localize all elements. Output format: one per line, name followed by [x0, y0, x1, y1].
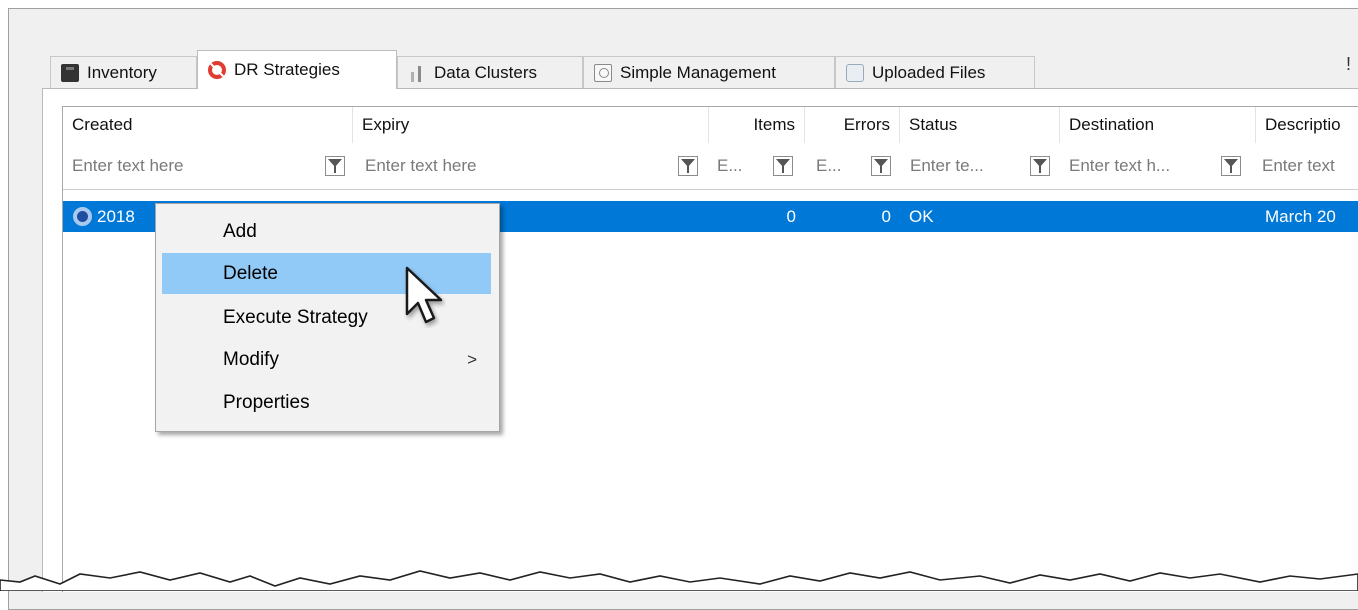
uploaded-files-icon: [846, 63, 864, 82]
filter-created: [63, 143, 321, 189]
column-header-destination[interactable]: Destination: [1060, 107, 1256, 143]
tab-dr-strategies[interactable]: DR Strategies: [197, 50, 397, 89]
column-header-status[interactable]: Status: [900, 107, 1060, 143]
filter-funnel-icon[interactable]: [678, 156, 698, 176]
cell-errors: 0: [881, 206, 891, 226]
filter-input-status[interactable]: [910, 156, 1027, 176]
tab-data-clusters[interactable]: Data Clusters: [397, 56, 583, 88]
filter-input-items[interactable]: [717, 156, 768, 176]
filter-destination: [1060, 143, 1216, 189]
strategy-status-icon: [73, 207, 92, 226]
column-header-created[interactable]: Created: [63, 107, 353, 143]
menu-item-label: Modify: [223, 348, 279, 370]
menu-item-add[interactable]: Add: [162, 211, 491, 252]
cell-items: 0: [786, 206, 796, 226]
submenu-arrow-icon: >: [467, 349, 477, 369]
tab-label: Uploaded Files: [872, 62, 986, 82]
tab-overflow-button[interactable]: !: [1346, 54, 1351, 75]
filter-funnel-icon[interactable]: [325, 156, 345, 176]
filter-input-expiry[interactable]: [365, 156, 676, 176]
column-header-expiry[interactable]: Expiry: [353, 107, 709, 143]
filter-funnel-icon[interactable]: [1030, 156, 1050, 176]
inventory-icon: [61, 63, 79, 82]
column-header-description[interactable]: Descriptio: [1256, 107, 1358, 143]
filter-input-created[interactable]: [72, 156, 321, 176]
filter-funnel-icon[interactable]: [773, 156, 793, 176]
data-clusters-icon: [408, 64, 426, 82]
filter-funnel-icon[interactable]: [1221, 156, 1241, 176]
cell-status: OK: [909, 206, 934, 226]
menu-item-label: Execute Strategy: [223, 306, 368, 328]
menu-item-properties[interactable]: Properties: [162, 382, 491, 423]
tab-label: DR Strategies: [234, 60, 340, 79]
filter-expiry: [356, 143, 676, 189]
lifebuoy-icon: [208, 61, 226, 79]
filter-funnel-icon[interactable]: [871, 156, 891, 176]
filter-input-errors[interactable]: [816, 156, 865, 176]
mouse-pointer-icon: [405, 266, 443, 324]
menu-item-modify[interactable]: Modify >: [162, 339, 491, 380]
tab-label: Data Clusters: [434, 62, 537, 82]
filter-row: [63, 143, 1358, 190]
column-header-items[interactable]: Items: [709, 107, 805, 143]
menu-item-label: Add: [223, 220, 257, 242]
column-header-errors[interactable]: Errors: [805, 107, 900, 143]
menu-item-label: Properties: [223, 391, 310, 413]
filter-status: [901, 143, 1027, 189]
tab-label: Simple Management: [620, 62, 776, 82]
filter-input-description[interactable]: [1262, 156, 1358, 176]
filter-description: [1253, 143, 1358, 189]
filter-items: [708, 143, 768, 189]
tab-label: Inventory: [87, 62, 157, 82]
cell-description: March 20: [1265, 206, 1336, 226]
torn-edge-decoration: [0, 570, 1358, 591]
simple-management-icon: [594, 63, 612, 82]
header-row: Created Expiry Items Errors Status Desti…: [63, 107, 1358, 143]
tab-inventory[interactable]: Inventory: [50, 56, 197, 88]
filter-errors: [807, 143, 865, 189]
tab-simple-management[interactable]: Simple Management: [583, 56, 835, 88]
tab-uploaded-files[interactable]: Uploaded Files: [835, 56, 1035, 88]
filter-input-destination[interactable]: [1069, 156, 1216, 176]
menu-item-label: Delete: [223, 262, 278, 284]
context-menu: Add Delete Execute Strategy Modify > Pro…: [155, 203, 500, 432]
